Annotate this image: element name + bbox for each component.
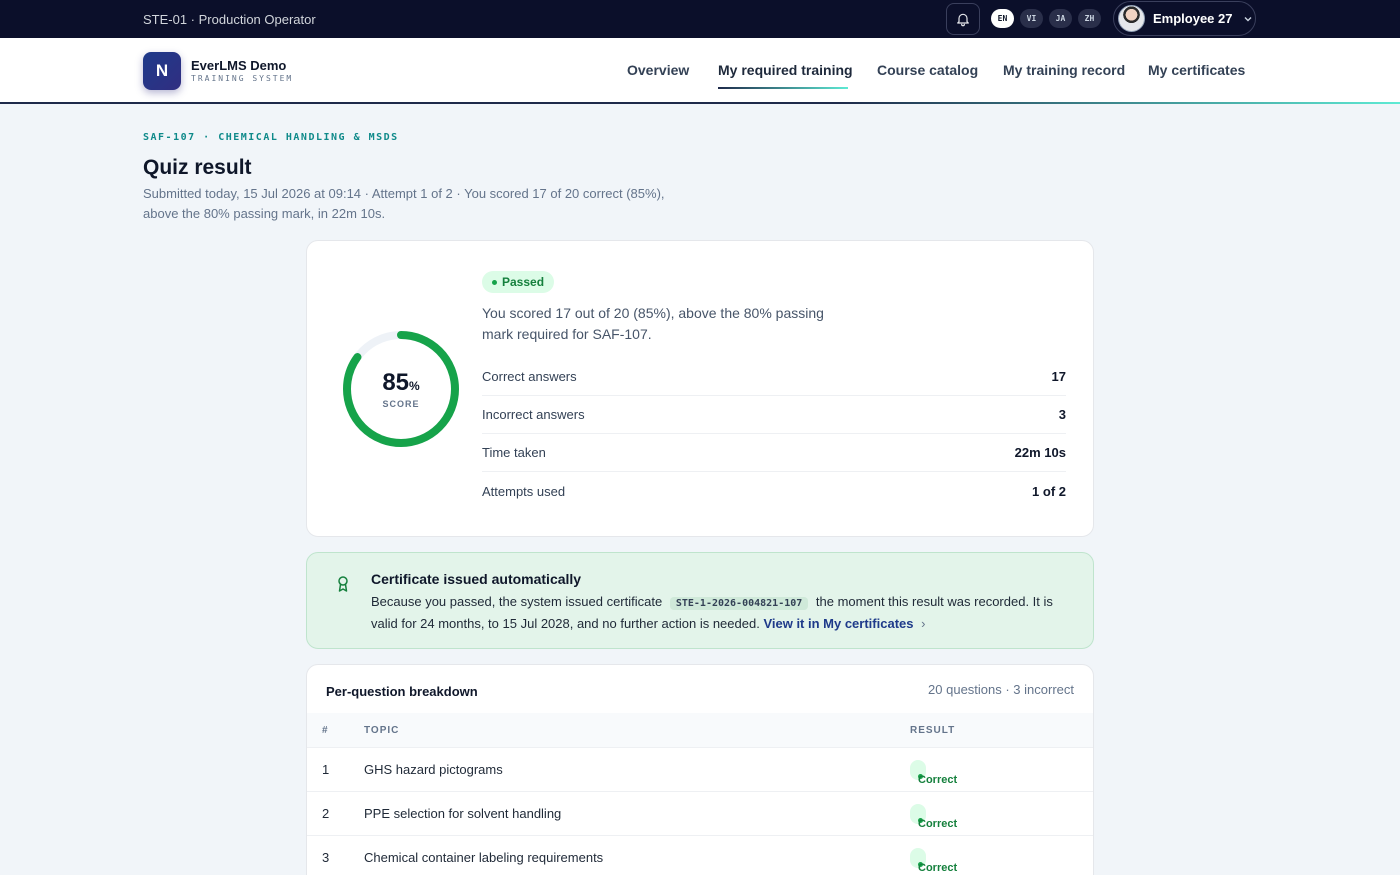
language-ja[interactable]: JA: [1049, 9, 1072, 28]
award-icon: [338, 576, 348, 592]
brand-name: EverLMS Demo: [191, 58, 287, 73]
stat-time-taken: Time taken 22m 10s: [482, 434, 1066, 472]
table-row[interactable]: 1 GHS hazard pictograms Correct: [307, 748, 1093, 792]
score-readout: 85% SCORE: [341, 329, 461, 449]
header-result: RESULT: [910, 725, 956, 736]
nav-course-catalog[interactable]: Course catalog: [877, 62, 978, 78]
stat-incorrect-answers: Incorrect answers 3: [482, 396, 1066, 434]
brand: EverLMS Demo TRAINING SYSTEM: [191, 58, 293, 83]
score-label: SCORE: [382, 399, 420, 409]
breakdown-table-header: # TOPIC RESULT: [307, 713, 1093, 748]
status-dot: [492, 279, 497, 285]
chevron-right-icon: ›: [921, 616, 926, 631]
certificate-message: Because you passed, the system issued ce…: [371, 594, 1053, 631]
certificate-title: Certificate issued automatically: [371, 571, 582, 587]
table-row[interactable]: 3 Chemical container labeling requiremen…: [307, 836, 1093, 875]
score-summary: You scored 17 out of 20 (85%), above the…: [482, 305, 824, 342]
stat-correct-answers: Correct answers 17: [482, 358, 1066, 396]
avatar: [1118, 5, 1145, 32]
page-subtitle: Submitted today, 15 Jul 2026 at 09:14 · …: [143, 186, 665, 221]
breakdown-title: Per-question breakdown: [326, 684, 478, 699]
result-badge: Correct: [910, 848, 957, 874]
bell-icon: [957, 13, 969, 27]
score-card: 85% SCORE Passed You scored 17 out of 20…: [306, 240, 1094, 537]
result-badge: Correct: [910, 760, 957, 786]
active-nav-indicator: [718, 87, 848, 89]
nav-my-required-training[interactable]: My required training: [718, 62, 853, 78]
page-title: Quiz result: [143, 156, 252, 179]
course-breadcrumb: SAF-107 · CHEMICAL HANDLING & MSDS: [143, 132, 399, 143]
nav-my-certificates[interactable]: My certificates: [1148, 62, 1245, 78]
notifications-button[interactable]: [946, 3, 980, 35]
header-num: #: [322, 725, 329, 736]
question-breakdown: Per-question breakdown 20 questions · 3 …: [306, 664, 1094, 875]
header-topic: TOPIC: [364, 725, 400, 736]
status-badge: Passed: [482, 271, 555, 293]
status-text: Passed: [502, 275, 545, 289]
nav-my-training-record[interactable]: My training record: [1003, 62, 1125, 78]
score-stats: Correct answers 17 Incorrect answers 3 T…: [482, 358, 1066, 510]
score-value: 85%: [382, 369, 420, 396]
language-en[interactable]: EN: [991, 9, 1014, 28]
app-logo[interactable]: N: [143, 52, 181, 90]
brand-subtitle: TRAINING SYSTEM: [191, 74, 294, 83]
result-badge: Correct: [910, 804, 957, 830]
top-bar: STE-01 · Production Operator EN VI JA ZH…: [0, 0, 1400, 38]
chevron-down-icon: [1244, 16, 1251, 21]
language-vi[interactable]: VI: [1020, 9, 1043, 28]
user-menu[interactable]: Employee 27: [1113, 1, 1256, 36]
main-header: N EverLMS Demo TRAINING SYSTEM Overview …: [0, 38, 1400, 104]
header-accent-line: [840, 102, 1400, 104]
stat-attempts-used: Attempts used 1 of 2: [482, 483, 1066, 499]
certificate-code: STE-1-2026-004821-107: [669, 597, 809, 610]
role-context: STE-01 · Production Operator: [143, 12, 316, 27]
view-certificate-link[interactable]: View it in My certificates ›: [763, 616, 925, 631]
nav-overview[interactable]: Overview: [627, 62, 689, 78]
table-row[interactable]: 2 PPE selection for solvent handling Cor…: [307, 792, 1093, 836]
language-switcher: EN VI JA ZH: [991, 9, 1101, 28]
language-zh[interactable]: ZH: [1078, 9, 1101, 28]
breakdown-meta: 20 questions · 3 incorrect: [928, 682, 1074, 697]
certificate-notice: Certificate issued automatically Because…: [306, 552, 1094, 649]
user-name: Employee 27: [1153, 11, 1233, 26]
